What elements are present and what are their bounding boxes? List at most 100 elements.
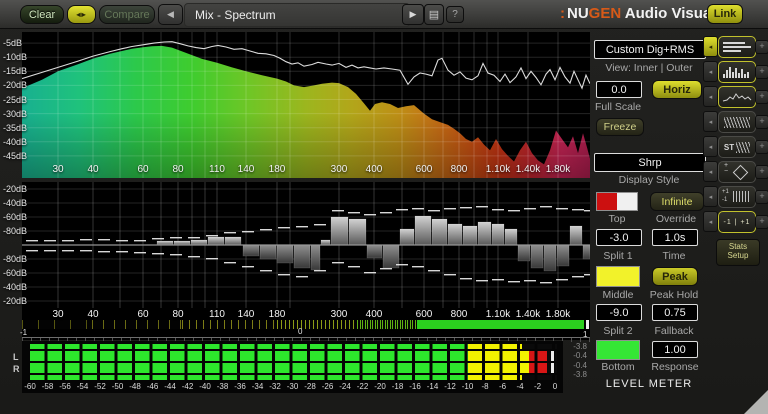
correlation-tick (238, 320, 239, 329)
strip-add-button[interactable]: + (755, 90, 768, 104)
meter-scale-label: -44 (164, 382, 176, 391)
meter-scale-label: -60 (24, 382, 36, 391)
next-preset-button[interactable]: ▶ (402, 4, 424, 25)
strip-add-button[interactable]: + (755, 165, 768, 179)
spectrum-display[interactable] (21, 32, 591, 179)
spectrum-freq-label: 80 (172, 164, 184, 175)
meter-scale-label: -32 (269, 382, 281, 391)
strip-collapse-arrow-icon[interactable]: ◂ (703, 161, 718, 182)
peak-button[interactable]: Peak (652, 267, 698, 286)
display-style-label: Display Style (618, 174, 680, 186)
spectrum-db-label: -45dB (3, 150, 28, 161)
split1-value-box[interactable]: -3.0 (596, 229, 642, 246)
strip-add-button[interactable]: + (755, 40, 768, 54)
correlation-meter-icon[interactable]: -1 | +1 (718, 211, 756, 233)
strip-add-button[interactable]: + (755, 190, 768, 204)
correlation-tick (92, 320, 93, 329)
correlation-tick (245, 320, 246, 329)
icon-hatch (724, 116, 750, 128)
strip-collapse-arrow-icon[interactable]: ◂ (703, 61, 718, 82)
strip-collapse-arrow-icon[interactable]: ◂ (703, 136, 718, 157)
correlation-tick (367, 320, 368, 329)
clear-button[interactable]: Clear (20, 5, 64, 24)
spectrogram-icon[interactable] (718, 111, 756, 133)
stats-setup-button[interactable]: Stats Setup (716, 239, 760, 266)
correlation-tick (583, 320, 584, 329)
resize-handle-icon[interactable] (744, 390, 768, 414)
icon-bar (729, 67, 731, 78)
level-meter[interactable]: -60 -58 -56 -54 -52 -50 -48 -46 -44 -42 -40 -38 -36-… (22, 341, 563, 393)
correlation-zero-label: 0 (298, 327, 303, 336)
correlation-tick (329, 320, 330, 329)
response-value-box[interactable]: 1.00 (652, 341, 698, 358)
meter-scale-label: 0 (552, 382, 558, 391)
correlation-tick (333, 320, 334, 329)
icon-ticks (733, 191, 749, 202)
strip-collapse-arrow-icon[interactable]: ◂ (703, 211, 718, 232)
time-value-box[interactable]: 1.0s (652, 229, 698, 246)
preset-list-icon[interactable]: ▤ (424, 4, 444, 25)
correlation-tick (313, 320, 314, 329)
correlation-per-band-strip (22, 320, 590, 329)
meter-peak-marker (550, 351, 554, 361)
display-style-box[interactable]: Shrp (594, 153, 706, 172)
split2-value-box[interactable]: -9.0 (596, 304, 642, 321)
strip-collapse-arrow-icon[interactable]: ◂ (703, 186, 718, 207)
freeze-button[interactable]: Freeze (596, 118, 644, 136)
horiz-button[interactable]: Horiz (652, 80, 702, 99)
strip-collapse-arrow-icon[interactable]: ◂ (703, 86, 718, 107)
strip-add-button[interactable]: + (755, 140, 768, 154)
top-color-swatch-left[interactable] (596, 192, 618, 211)
bottom-color-swatch[interactable] (596, 340, 640, 360)
preset-selector[interactable]: Mix - Spectrum (184, 3, 410, 27)
correlation-tick (273, 320, 274, 329)
spectrum-line-icon[interactable] (718, 86, 756, 108)
scale-value-box[interactable]: 0.0 (596, 81, 642, 98)
correlation-tick (210, 320, 211, 329)
channel-left-label: L (13, 352, 19, 362)
split-freq-label: 60 (137, 309, 149, 320)
fallback-value-box[interactable]: 0.75 (652, 304, 698, 321)
strip-collapse-arrow-icon[interactable]: ◂ (703, 36, 718, 57)
meter-mode-box[interactable]: Custom Dig+RMS (594, 40, 706, 59)
top-label: Top (608, 213, 626, 225)
meter-bars-icon[interactable] (718, 36, 756, 58)
compare-button[interactable]: Compare (99, 5, 155, 24)
correlation-tick (364, 320, 366, 329)
help-button[interactable]: ? (446, 6, 464, 23)
swap-arrows-icon[interactable]: ◂▸ (67, 5, 96, 24)
correlation-tick (389, 320, 391, 329)
meter-value: -0.4 (573, 361, 587, 370)
strip-collapse-arrow-icon[interactable]: ◂ (703, 111, 718, 132)
correlation-tick (407, 320, 408, 329)
meter-scale-label: -36 (234, 382, 246, 391)
meter-scale-label: -28 (304, 382, 316, 391)
view-mode-label[interactable]: View: Inner | Outer (592, 62, 706, 74)
vectorscope-icon[interactable]: + − (718, 161, 756, 183)
strip-add-button[interactable]: + (755, 115, 768, 129)
spectrum-histogram-icon[interactable] (718, 61, 756, 83)
strip-add-button[interactable]: + (755, 65, 768, 79)
split-freq-label: 180 (268, 309, 286, 320)
correlation-tick (196, 320, 197, 329)
top-color-swatch-right[interactable] (617, 192, 638, 211)
correlation-tick (180, 320, 181, 329)
spectrum-freq-label: 800 (450, 164, 468, 175)
correlation-tick (409, 320, 411, 329)
correlation-tick (379, 320, 381, 329)
icon-hatch (736, 141, 751, 153)
middle-color-swatch[interactable] (596, 266, 640, 287)
spectrum-freq-label: 180 (268, 164, 286, 175)
icon-bar (732, 72, 734, 78)
strip-add-button[interactable]: + (755, 215, 768, 229)
meter-peak-marker (550, 363, 554, 373)
link-button[interactable]: Link (707, 4, 743, 24)
meter-row-rms (30, 344, 557, 349)
stereo-spectrogram-icon[interactable]: ST (718, 136, 756, 158)
spectrum-db-label: -10dB (3, 52, 28, 63)
meter-scale-label: -42 (181, 382, 194, 391)
correlation-tick (349, 320, 350, 329)
previous-preset-button[interactable]: ◀ (158, 4, 183, 25)
infinite-button[interactable]: Infinite (650, 192, 704, 211)
correlation-history-icon[interactable]: +1 -1 (718, 186, 756, 208)
